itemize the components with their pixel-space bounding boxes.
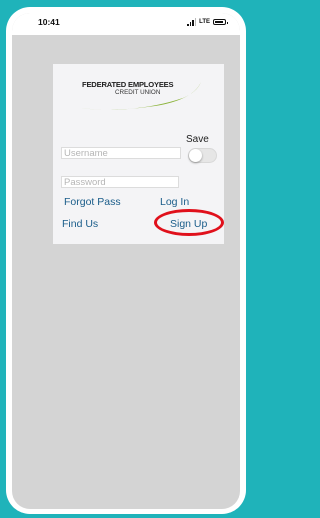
app-screen: 10:41 LTE FEDERATED EMPLOYEES CREDIT UNI… [12, 13, 240, 509]
network-type: LTE [199, 19, 210, 25]
password-input[interactable] [61, 176, 179, 188]
sign-up-highlight-circle [154, 209, 224, 236]
login-card: FEDERATED EMPLOYEES CREDIT UNION Save Fo… [53, 64, 224, 244]
save-toggle[interactable] [188, 148, 217, 163]
find-us-link[interactable]: Find Us [62, 218, 98, 230]
logo-text-line2: CREDIT UNION [115, 89, 161, 96]
log-in-link[interactable]: Log In [160, 196, 189, 208]
signal-icon [187, 18, 197, 26]
username-input[interactable] [61, 147, 181, 159]
phone-frame: 10:41 LTE FEDERATED EMPLOYEES CREDIT UNI… [6, 7, 246, 514]
save-label: Save [186, 134, 209, 145]
battery-icon [213, 19, 228, 25]
toggle-knob [189, 149, 202, 162]
logo-text-line1: FEDERATED EMPLOYEES [82, 80, 174, 89]
forgot-password-link[interactable]: Forgot Pass [64, 196, 121, 208]
status-time: 10:41 [38, 17, 60, 27]
status-bar: 10:41 LTE [12, 13, 240, 35]
credit-union-logo: FEDERATED EMPLOYEES CREDIT UNION [75, 78, 205, 114]
status-indicators: LTE [187, 18, 228, 26]
